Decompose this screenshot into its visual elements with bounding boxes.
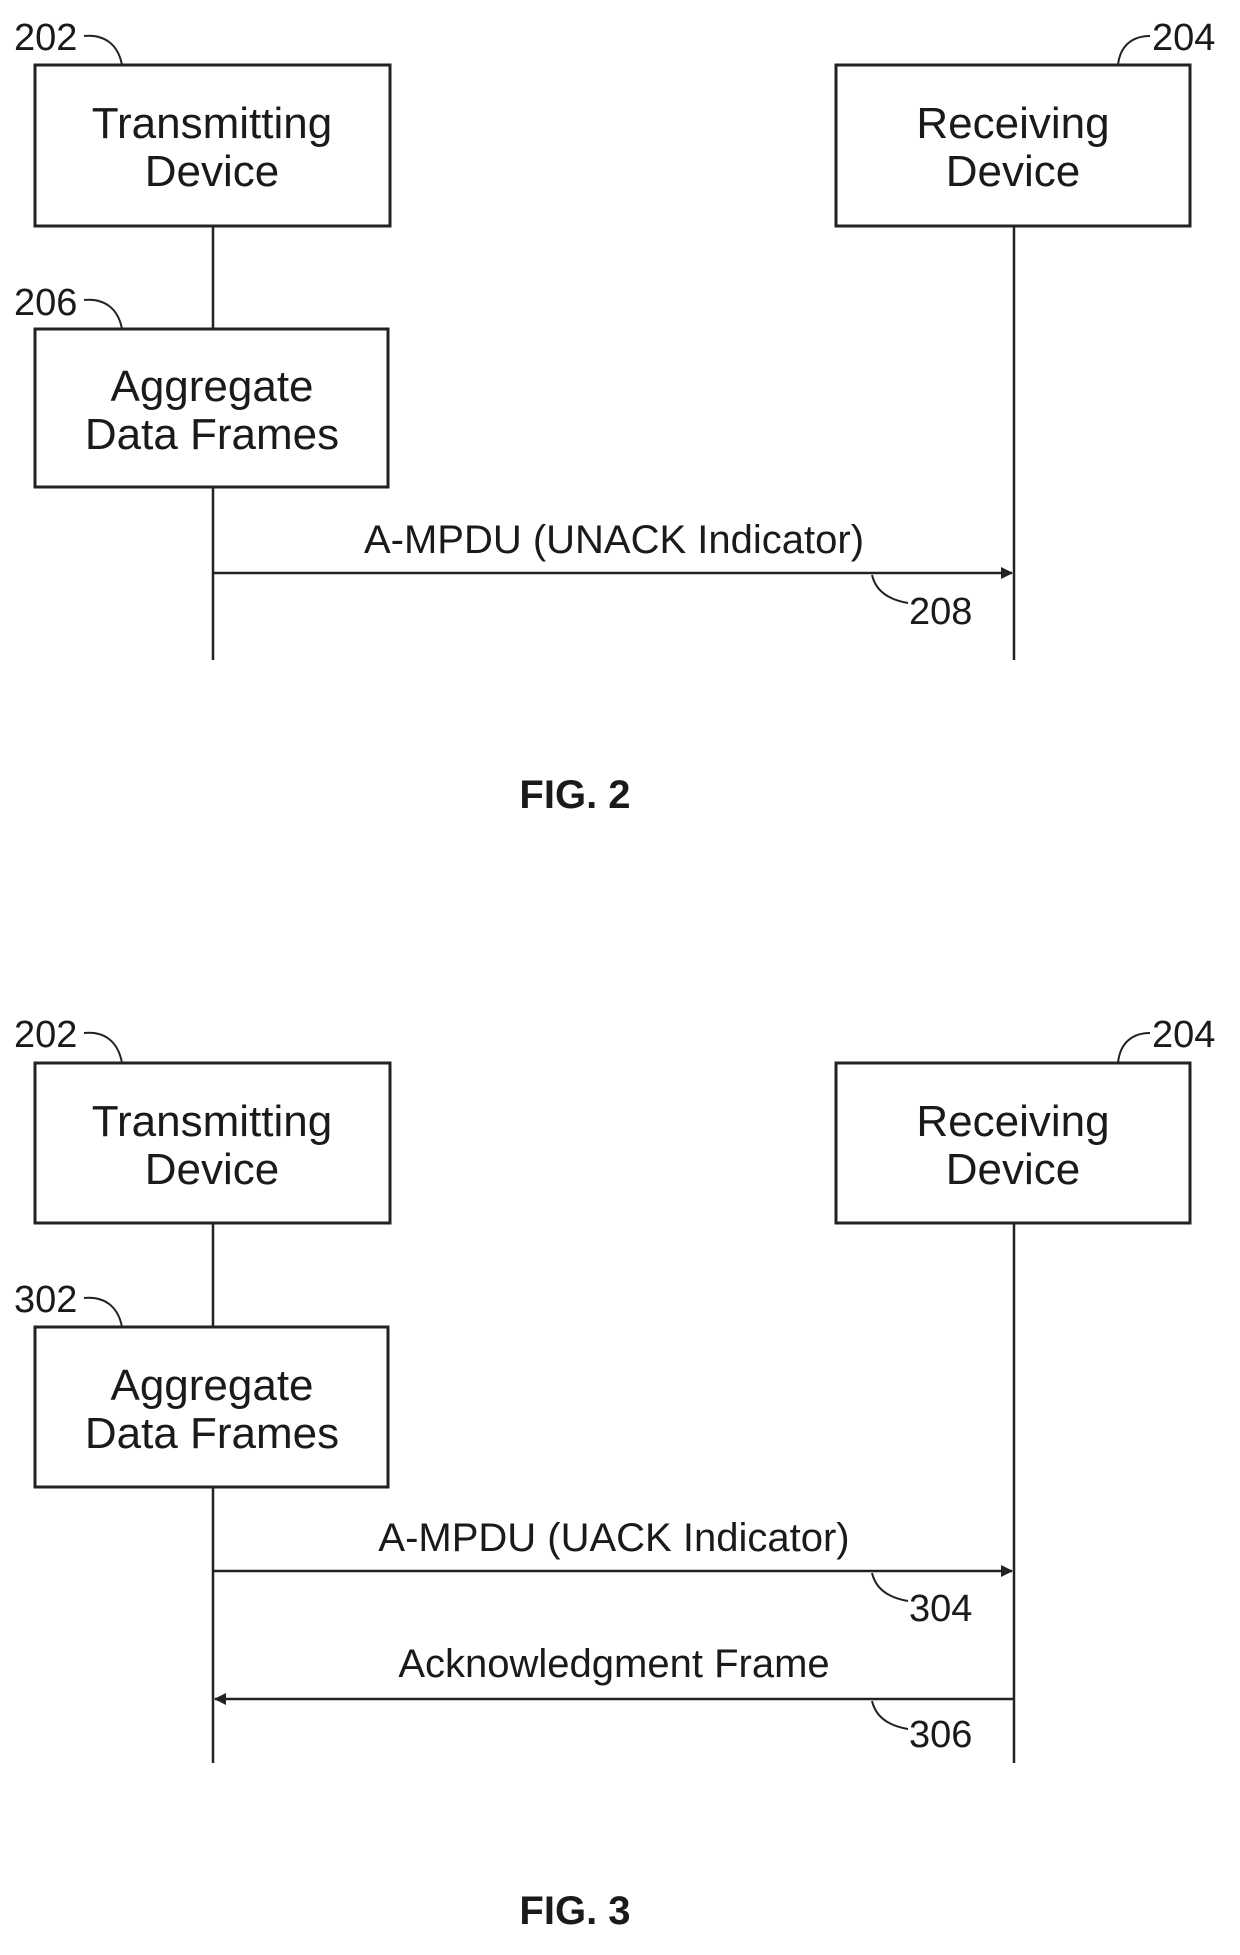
- figure-caption: FIG. 2: [519, 773, 630, 817]
- leader-line: [83, 298, 123, 330]
- figure-2: 202 Transmitting Device 204 Receiving De…: [14, 17, 1215, 817]
- box-label-line2: Data Frames: [85, 410, 339, 459]
- message-arrow-304: A-MPDU (UACK Indicator) 304: [213, 1516, 1013, 1630]
- leader-line: [871, 1572, 909, 1602]
- ref-number-302: 302: [14, 1279, 77, 1321]
- ref-number-208: 208: [909, 591, 972, 633]
- box-label-line1: Transmitting: [92, 99, 332, 148]
- box-label-line2: Device: [946, 147, 1081, 196]
- ref-number-202: 202: [14, 17, 77, 59]
- leader-line: [1117, 1032, 1151, 1064]
- ref-number-304: 304: [909, 1588, 972, 1630]
- ref-number-202: 202: [14, 1014, 77, 1056]
- box-label-line2: Data Frames: [85, 1409, 339, 1458]
- figure-caption: FIG. 3: [519, 1889, 630, 1933]
- ref-number-306: 306: [909, 1714, 972, 1756]
- leader-line: [871, 574, 909, 604]
- leader-line: [83, 34, 123, 66]
- receiving-device-box: 204 Receiving Device: [834, 1014, 1215, 1225]
- message-arrow-208: A-MPDU (UNACK Indicator) 208: [213, 518, 1013, 633]
- message-label: Acknowledgment Frame: [398, 1642, 829, 1686]
- ref-number-204: 204: [1152, 1014, 1215, 1056]
- box-label-line2: Device: [145, 147, 280, 196]
- aggregate-data-frames-box: 206 Aggregate Data Frames: [14, 282, 390, 489]
- figure-3: 202 Transmitting Device 204 Receiving De…: [14, 1014, 1215, 1933]
- leader-line: [83, 1296, 123, 1328]
- leader-line: [83, 1031, 123, 1064]
- box-label-line2: Device: [946, 1145, 1081, 1194]
- leader-line: [871, 1700, 909, 1730]
- sequence-diagrams: 202 Transmitting Device 204 Receiving De…: [14, 17, 1215, 1933]
- transmitting-device-box: 202 Transmitting Device: [14, 1014, 392, 1225]
- aggregate-data-frames-box: 302 Aggregate Data Frames: [14, 1279, 390, 1489]
- box-label-line1: Receiving: [916, 1097, 1109, 1146]
- box-label-line1: Aggregate: [110, 362, 313, 411]
- ref-number-204: 204: [1152, 17, 1215, 59]
- transmitting-device-box: 202 Transmitting Device: [14, 17, 392, 228]
- leader-line: [1117, 35, 1151, 66]
- message-arrow-306: Acknowledgment Frame 306: [214, 1642, 1014, 1756]
- message-label: A-MPDU (UACK Indicator): [378, 1516, 849, 1560]
- box-label-line1: Transmitting: [92, 1097, 332, 1146]
- receiving-device-box: 204 Receiving Device: [834, 17, 1215, 228]
- message-label: A-MPDU (UNACK Indicator): [364, 518, 864, 562]
- box-label-line1: Aggregate: [110, 1361, 313, 1410]
- box-label-line2: Device: [145, 1145, 280, 1194]
- ref-number-206: 206: [14, 282, 77, 324]
- box-label-line1: Receiving: [916, 99, 1109, 148]
